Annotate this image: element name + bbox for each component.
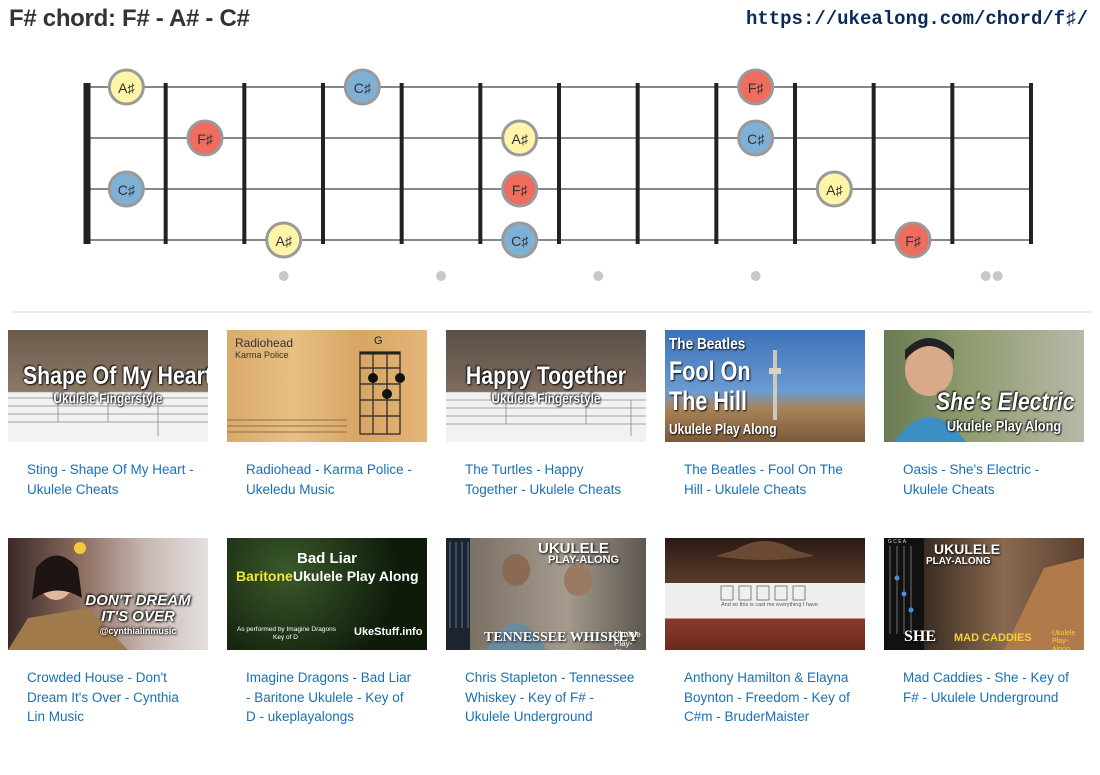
chord-note: F♯ bbox=[894, 221, 932, 259]
note-label: A♯ bbox=[275, 233, 292, 249]
video-link[interactable]: Mad Caddies - She - Key of F# - Ukulele … bbox=[884, 668, 1073, 707]
video-thumbnail[interactable]: UKULELE PLAY-ALONG TENNESSEE WHISKEY Uku… bbox=[446, 538, 646, 650]
video-link[interactable]: Imagine Dragons - Bad Liar - Baritone Uk… bbox=[227, 668, 416, 727]
thumb-title-line3: The Hill bbox=[669, 386, 748, 416]
chord-note: F♯ bbox=[501, 170, 539, 208]
thumb-title-line2: IT'S OVER bbox=[101, 608, 175, 625]
thumb-title: Happy Together bbox=[465, 362, 627, 390]
video-card[interactable]: UKULELE PLAY-ALONG TENNESSEE WHISKEY Uku… bbox=[446, 538, 646, 727]
thumb-title: The Beatles bbox=[669, 336, 746, 353]
note-label: F♯ bbox=[905, 233, 922, 249]
thumb-lyric: And so this is cast me everything I have bbox=[721, 602, 818, 608]
note-label: F♯ bbox=[197, 131, 214, 147]
chord-note: C♯ bbox=[343, 68, 381, 106]
note-label: C♯ bbox=[747, 131, 765, 147]
video-thumbnail[interactable]: DON'T DREAM IT'S OVER @cynthialinmusic bbox=[8, 538, 208, 650]
video-card[interactable]: She's Electric Ukulele Play Along Oasis … bbox=[884, 330, 1084, 499]
note-label: C♯ bbox=[354, 80, 372, 96]
fret-marker-dot bbox=[750, 271, 761, 281]
fret-marker-dot bbox=[593, 271, 604, 281]
thumb-title-line2: PLAY-ALONG bbox=[926, 556, 991, 567]
video-card[interactable]: The Beatles Fool On The Hill Ukulele Pla… bbox=[665, 330, 865, 499]
fretboard-diagram: A♯ C♯ F♯ F♯ A♯ C♯ C♯ F♯ A♯ A♯ C♯ F♯ bbox=[83, 68, 1033, 281]
thumb-title-line2: Ukulele Play Along bbox=[293, 568, 419, 584]
video-card[interactable]: DON'T DREAM IT'S OVER @cynthialinmusic C… bbox=[8, 538, 208, 727]
video-link[interactable]: Oasis - She's Electric - Ukulele Cheats bbox=[884, 460, 1073, 499]
video-card[interactable]: Shape Of My Heart Ukulele Fingerstyle St… bbox=[8, 330, 208, 499]
video-card[interactable]: Happy Together Ukulele Fingerstyle The T… bbox=[446, 330, 646, 499]
video-link[interactable]: Sting - Shape Of My Heart - Ukulele Chea… bbox=[8, 460, 197, 499]
note-label: A♯ bbox=[511, 131, 528, 147]
video-thumbnail[interactable]: Radiohead Karma Police G bbox=[227, 330, 427, 442]
thumb-title: UKULELE bbox=[934, 541, 1001, 557]
thumb-subtitle: Ukulele Fingerstyle bbox=[53, 390, 163, 406]
video-link[interactable]: Radiohead - Karma Police - Ukeledu Music bbox=[227, 460, 416, 499]
note-label: A♯ bbox=[118, 80, 135, 96]
page-url[interactable]: https://ukealong.com/chord/f♯/ bbox=[746, 8, 1088, 30]
thumb-subtitle: Ukulele Fingerstyle bbox=[491, 390, 601, 406]
video-card[interactable]: G C E A UKULELE PLAY-ALONG SHE MAD CADDI… bbox=[884, 538, 1084, 707]
video-card[interactable]: And so this is cast me everything I have… bbox=[665, 538, 865, 727]
video-thumbnail[interactable]: The Beatles Fool On The Hill Ukulele Pla… bbox=[665, 330, 865, 442]
chord-note: C♯ bbox=[501, 221, 539, 259]
chord-note: A♯ bbox=[107, 68, 145, 106]
thumb-title-line4: MAD CADDIES bbox=[954, 632, 1032, 644]
page-header: F# chord: F# - A# - C# https://ukealong.… bbox=[0, 0, 1100, 40]
thumb-subtitle: As performed by Imagine Dragons bbox=[237, 626, 336, 633]
thumb-title-line2: PLAY-ALONG bbox=[548, 554, 620, 566]
chord-note: C♯ bbox=[107, 170, 145, 208]
video-card[interactable]: Radiohead Karma Police G Radiohead - Kar… bbox=[227, 330, 427, 499]
thumb-title-highlight: Baritone bbox=[236, 568, 293, 584]
fret-marker-dot bbox=[436, 271, 446, 281]
thumb-subtitle: Ukulele Play-Along bbox=[614, 630, 641, 650]
video-thumbnail[interactable]: G C E A UKULELE PLAY-ALONG SHE MAD CADDI… bbox=[884, 538, 1084, 650]
chord-chart-graphic bbox=[227, 351, 405, 435]
chord-note: C♯ bbox=[737, 119, 775, 157]
video-thumbnail[interactable]: Shape Of My Heart Ukulele Fingerstyle bbox=[8, 330, 208, 442]
video-link[interactable]: Anthony Hamilton & Elayna Boynton - Free… bbox=[665, 668, 854, 727]
video-link[interactable]: Chris Stapleton - Tennessee Whiskey - Ke… bbox=[446, 668, 635, 727]
chord-note: A♯ bbox=[265, 221, 303, 259]
video-link[interactable]: The Turtles - Happy Together - Ukulele C… bbox=[446, 460, 635, 499]
note-label: C♯ bbox=[511, 233, 529, 249]
note-label: A♯ bbox=[826, 182, 843, 198]
thumb-subtitle: Ukulele Play-Along bbox=[1052, 630, 1076, 650]
thumb-key: Key of D bbox=[273, 634, 298, 641]
fret-marker-dot bbox=[992, 271, 1003, 281]
video-link[interactable]: Crowded House - Don't Dream It's Over - … bbox=[8, 668, 197, 727]
thumb-brand: UkeStuff.info bbox=[354, 626, 423, 638]
fret-marker-dot bbox=[980, 271, 991, 281]
thumb-tuning: G C E A bbox=[888, 539, 907, 545]
thumb-subtitle: Ukulele Play Along bbox=[669, 421, 777, 438]
page-title: F# chord: F# - A# - C# bbox=[9, 5, 250, 32]
thumb-title-line3: SHE bbox=[904, 628, 937, 645]
thumb-title: She's Electric bbox=[936, 388, 1075, 416]
chord-note: A♯ bbox=[501, 119, 539, 157]
video-card[interactable]: Bad Liar Baritone Ukulele Play Along As … bbox=[227, 538, 427, 727]
chord-note: F♯ bbox=[186, 119, 224, 157]
chord-note: A♯ bbox=[815, 170, 853, 208]
thumb-title: DON'T DREAM bbox=[85, 592, 191, 609]
chord-note: F♯ bbox=[737, 68, 775, 106]
video-thumbnail[interactable]: She's Electric Ukulele Play Along bbox=[884, 330, 1084, 442]
section-divider bbox=[12, 311, 1092, 313]
thumb-title: Shape Of My Heart bbox=[23, 362, 208, 390]
thumb-title: Bad Liar bbox=[296, 550, 357, 567]
video-thumbnail[interactable]: Happy Together Ukulele Fingerstyle bbox=[446, 330, 646, 442]
thumb-subtitle: @cynthialinmusic bbox=[99, 626, 177, 636]
thumb-title-line2: Fool On bbox=[669, 356, 751, 386]
fret-marker-dot bbox=[278, 271, 289, 281]
video-link[interactable]: The Beatles - Fool On The Hill - Ukulele… bbox=[665, 460, 854, 499]
note-label: F♯ bbox=[748, 80, 765, 96]
video-thumbnail[interactable]: Bad Liar Baritone Ukulele Play Along As … bbox=[227, 538, 427, 650]
chord-boxes-graphic bbox=[715, 541, 815, 601]
thumb-subtitle: Ukulele Play Along bbox=[946, 418, 1062, 435]
video-thumbnail[interactable]: And so this is cast me everything I have bbox=[665, 538, 865, 650]
note-label: F♯ bbox=[512, 182, 529, 198]
note-label: C♯ bbox=[118, 182, 136, 198]
